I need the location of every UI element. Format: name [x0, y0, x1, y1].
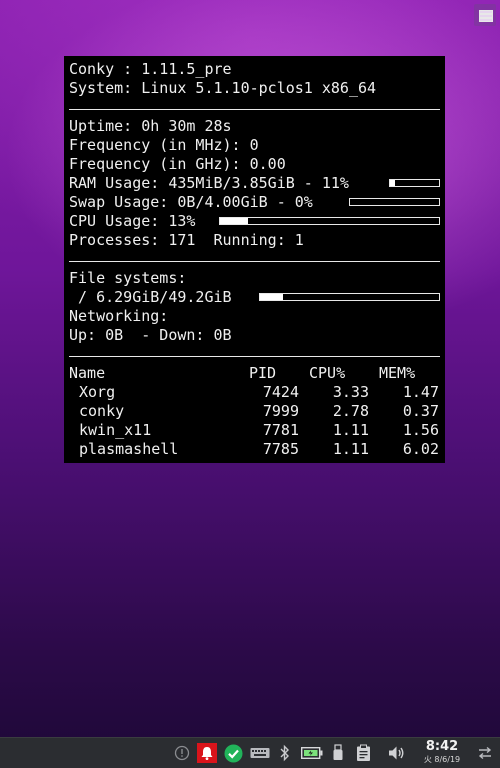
column-header-name: Name	[69, 364, 106, 382]
battery-icon[interactable]	[299, 738, 325, 768]
process-pid: 7424	[262, 383, 299, 401]
process-mem: 6.02	[402, 440, 439, 458]
process-mem: 1.47	[402, 383, 439, 401]
filesystems-title: File systems:	[69, 269, 187, 287]
clipboard-icon[interactable]	[353, 738, 373, 768]
uptime: Uptime: 0h 30m 28s	[69, 117, 232, 135]
updates-check-icon[interactable]	[222, 738, 244, 768]
taskbar: 8:42 火 8/6/19	[0, 737, 500, 768]
networking-title: Networking:	[69, 307, 169, 325]
network-settings-icon[interactable]	[474, 738, 496, 768]
divider	[69, 109, 440, 110]
filesystem-root: / 6.29GiB/49.2GiB	[69, 288, 232, 306]
frequency-mhz: Frequency (in MHz): 0	[69, 136, 259, 154]
ram-usage-bar	[389, 179, 440, 187]
clock-time[interactable]: 8:42	[420, 739, 464, 754]
system-info: System: Linux 5.1.10-pclos1 x86_64	[69, 79, 377, 97]
cpu-usage-bar	[219, 217, 440, 225]
divider	[69, 356, 440, 357]
ram-usage: RAM Usage: 435MiB/3.85GiB - 11%	[69, 174, 349, 192]
column-header-cpu: CPU%	[309, 364, 346, 382]
process-mem: 1.56	[402, 421, 439, 439]
process-cpu: 3.33	[332, 383, 369, 401]
usb-drive-icon[interactable]	[329, 738, 347, 768]
process-pid: 7999	[262, 402, 299, 420]
keyboard-icon[interactable]	[248, 738, 272, 768]
column-header-pid: PID	[249, 364, 277, 382]
notification-bell-icon[interactable]	[196, 738, 218, 768]
processes: Processes: 171 Running: 1	[69, 231, 304, 249]
process-cpu: 2.78	[332, 402, 369, 420]
process-cpu: 1.11	[332, 421, 369, 439]
conky-widget: Conky : 1.11.5_pre System: Linux 5.1.10-…	[64, 56, 445, 463]
swap-usage: Swap Usage: 0B/4.00GiB - 0%	[69, 193, 313, 211]
volume-icon[interactable]	[385, 738, 407, 768]
info-icon[interactable]	[172, 738, 192, 768]
desktop-menu-button[interactable]	[474, 4, 496, 26]
column-header-mem: MEM%	[379, 364, 416, 382]
process-name: kwin_x11	[79, 421, 152, 439]
process-pid: 7781	[262, 421, 299, 439]
process-pid: 7785	[262, 440, 299, 458]
process-mem: 0.37	[402, 402, 439, 420]
filesystem-root-bar	[259, 293, 440, 301]
divider	[69, 261, 440, 262]
process-cpu: 1.11	[332, 440, 369, 458]
cpu-usage: CPU Usage: 13%	[69, 212, 196, 230]
process-name: plasmashell	[79, 440, 179, 458]
process-name: Xorg	[79, 383, 116, 401]
bluetooth-icon[interactable]	[276, 738, 294, 768]
network-up-down: Up: 0B - Down: 0B	[69, 326, 232, 344]
swap-usage-bar	[349, 198, 440, 206]
conky-version: Conky : 1.11.5_pre	[69, 60, 232, 78]
clock-date[interactable]: 火 8/6/19	[416, 754, 468, 765]
process-name: conky	[79, 402, 125, 420]
frequency-ghz: Frequency (in GHz): 0.00	[69, 155, 286, 173]
